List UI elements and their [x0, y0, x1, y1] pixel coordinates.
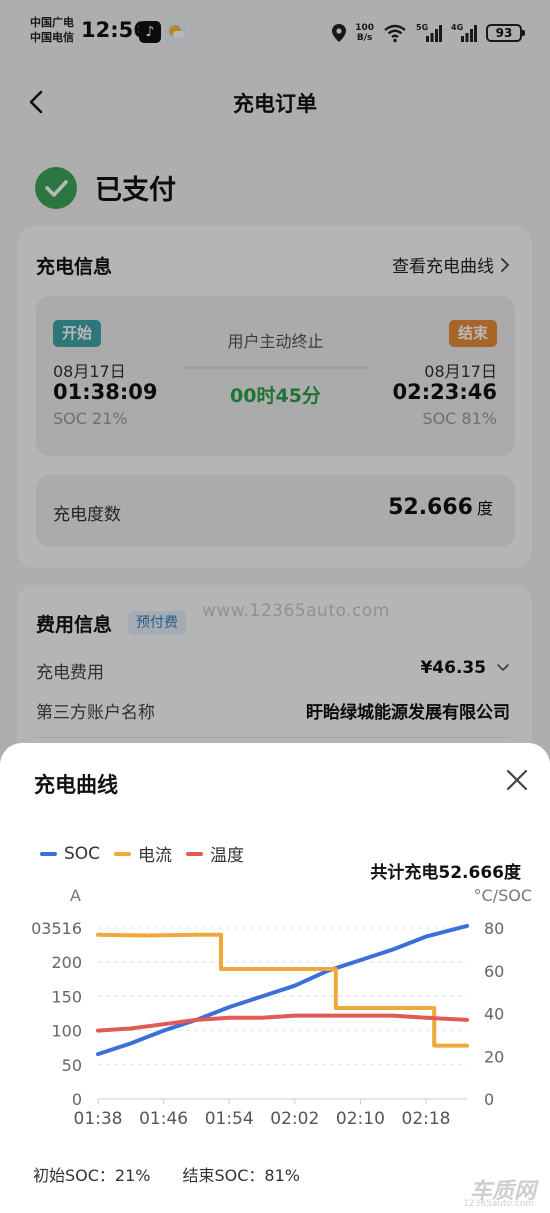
x-tick-label: 01:38 — [74, 1109, 123, 1129]
left-tick-label: 100 — [51, 1022, 82, 1041]
temperature-line — [96, 1013, 469, 1033]
close-icon — [506, 769, 528, 791]
right-tick-label: 0 — [484, 1090, 494, 1109]
right-tick-label: 80 — [484, 919, 504, 938]
initial-soc: 初始SOC：21% — [33, 1166, 151, 1185]
legend-label-soc: SOC — [64, 843, 101, 864]
left-tick-label: 50 — [62, 1056, 82, 1075]
legend-swatch-current — [114, 851, 132, 856]
legend-label-temperature: 温度 — [210, 846, 245, 866]
x-tick-label: 01:46 — [139, 1109, 188, 1129]
chart-legend: SOC 电流 温度 — [40, 841, 244, 866]
x-tick-label: 02:10 — [336, 1109, 385, 1129]
left-tick-label: 200 — [51, 953, 82, 972]
legend-label-current: 电流 — [138, 846, 173, 866]
x-tick-label: 02:18 — [402, 1109, 451, 1129]
legend-item-current[interactable]: 电流 — [114, 841, 172, 866]
charge-curve-sheet: 充电曲线 SOC 电流 温度 共计充电52.666度 A °C/SOC 03516 2… — [0, 743, 550, 1213]
x-tick-label: 01:54 — [205, 1109, 254, 1129]
final-soc: 结束SOC：81% — [182, 1166, 301, 1185]
right-tick-label: 20 — [484, 1047, 504, 1066]
soc-line — [96, 923, 469, 1057]
soc-summary: 初始SOC：21% 结束SOC：81% — [33, 1162, 300, 1186]
sheet-title: 充电曲线 — [34, 773, 118, 797]
right-tick-label: 40 — [484, 1005, 504, 1024]
close-button[interactable] — [504, 767, 530, 793]
corner-watermark-url: 12365auto.com — [463, 1199, 534, 1209]
legend-swatch-temperature — [186, 851, 204, 856]
charge-curve-chart: A °C/SOC0351620015010050080604020001:38 01… — [31, 886, 532, 1129]
right-tick-label: 60 — [484, 962, 504, 981]
left-tick-label: 03516 — [31, 919, 82, 938]
left-tick-label: 150 — [51, 987, 82, 1006]
x-tick-label: 02:02 — [270, 1109, 319, 1129]
right-axis-label: °C/SOC — [474, 886, 532, 905]
left-tick-label: 0 — [72, 1090, 82, 1109]
legend-item-temperature[interactable]: 温度 — [186, 841, 244, 866]
legend-swatch-soc — [40, 851, 57, 856]
left-axis-label: A — [70, 886, 81, 905]
legend-item-soc[interactable]: SOC — [40, 841, 100, 866]
